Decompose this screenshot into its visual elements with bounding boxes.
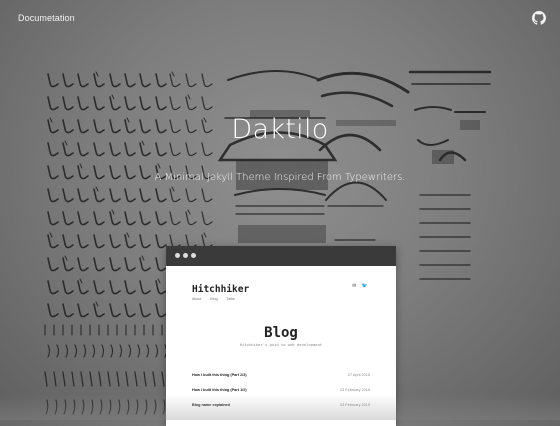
preview-post-row: Blog name explained 03 February 2015: [192, 403, 370, 411]
window-titlebar: [166, 246, 396, 266]
preview-post-row: How I built this thing (Part 1/2) 23 Feb…: [192, 388, 370, 396]
preview-social-icons: ✉ 🐦: [348, 283, 368, 289]
preview-post-date: 23 February 2015: [340, 388, 370, 392]
blog-preview-window: Hitchhiker About Blog Talks ✉ 🐦 Blog Hit…: [166, 246, 396, 426]
window-dot: [183, 253, 188, 258]
preview-post-title: Blog name explained: [192, 403, 230, 407]
preview-blog-heading: Blog: [264, 325, 298, 341]
preview-post-title: How I built this thing (Part 1/2): [192, 388, 247, 392]
preview-nav: About Blog Talks: [192, 297, 243, 301]
github-icon[interactable]: [532, 11, 546, 25]
hero-title: Daktilo: [231, 114, 329, 146]
twitter-icon: 🐦: [361, 283, 368, 289]
preview-nav-item: About: [192, 297, 202, 301]
preview-post-date: 27 April 2015: [347, 373, 370, 377]
top-navigation: Documetation: [0, 0, 560, 36]
preview-nav-item: Talks: [226, 297, 235, 301]
hero-subtitle: A Minimal Jekyll Theme Inspired From Typ…: [154, 172, 406, 183]
window-dot: [175, 253, 180, 258]
window-dot: [191, 253, 196, 258]
preview-post-row: How I built this thing (Part 2/3) 27 Apr…: [192, 373, 370, 381]
mail-icon: ✉: [352, 283, 357, 289]
documentation-link[interactable]: Documetation: [18, 13, 75, 23]
preview-blog-tagline: Hitchhiker's guid to web development: [239, 342, 323, 347]
preview-post-date: 03 February 2015: [340, 403, 370, 407]
preview-post-title: How I built this thing (Part 2/3): [192, 373, 247, 377]
preview-site-name: Hitchhiker: [192, 284, 250, 295]
preview-nav-item: Blog: [210, 297, 218, 301]
